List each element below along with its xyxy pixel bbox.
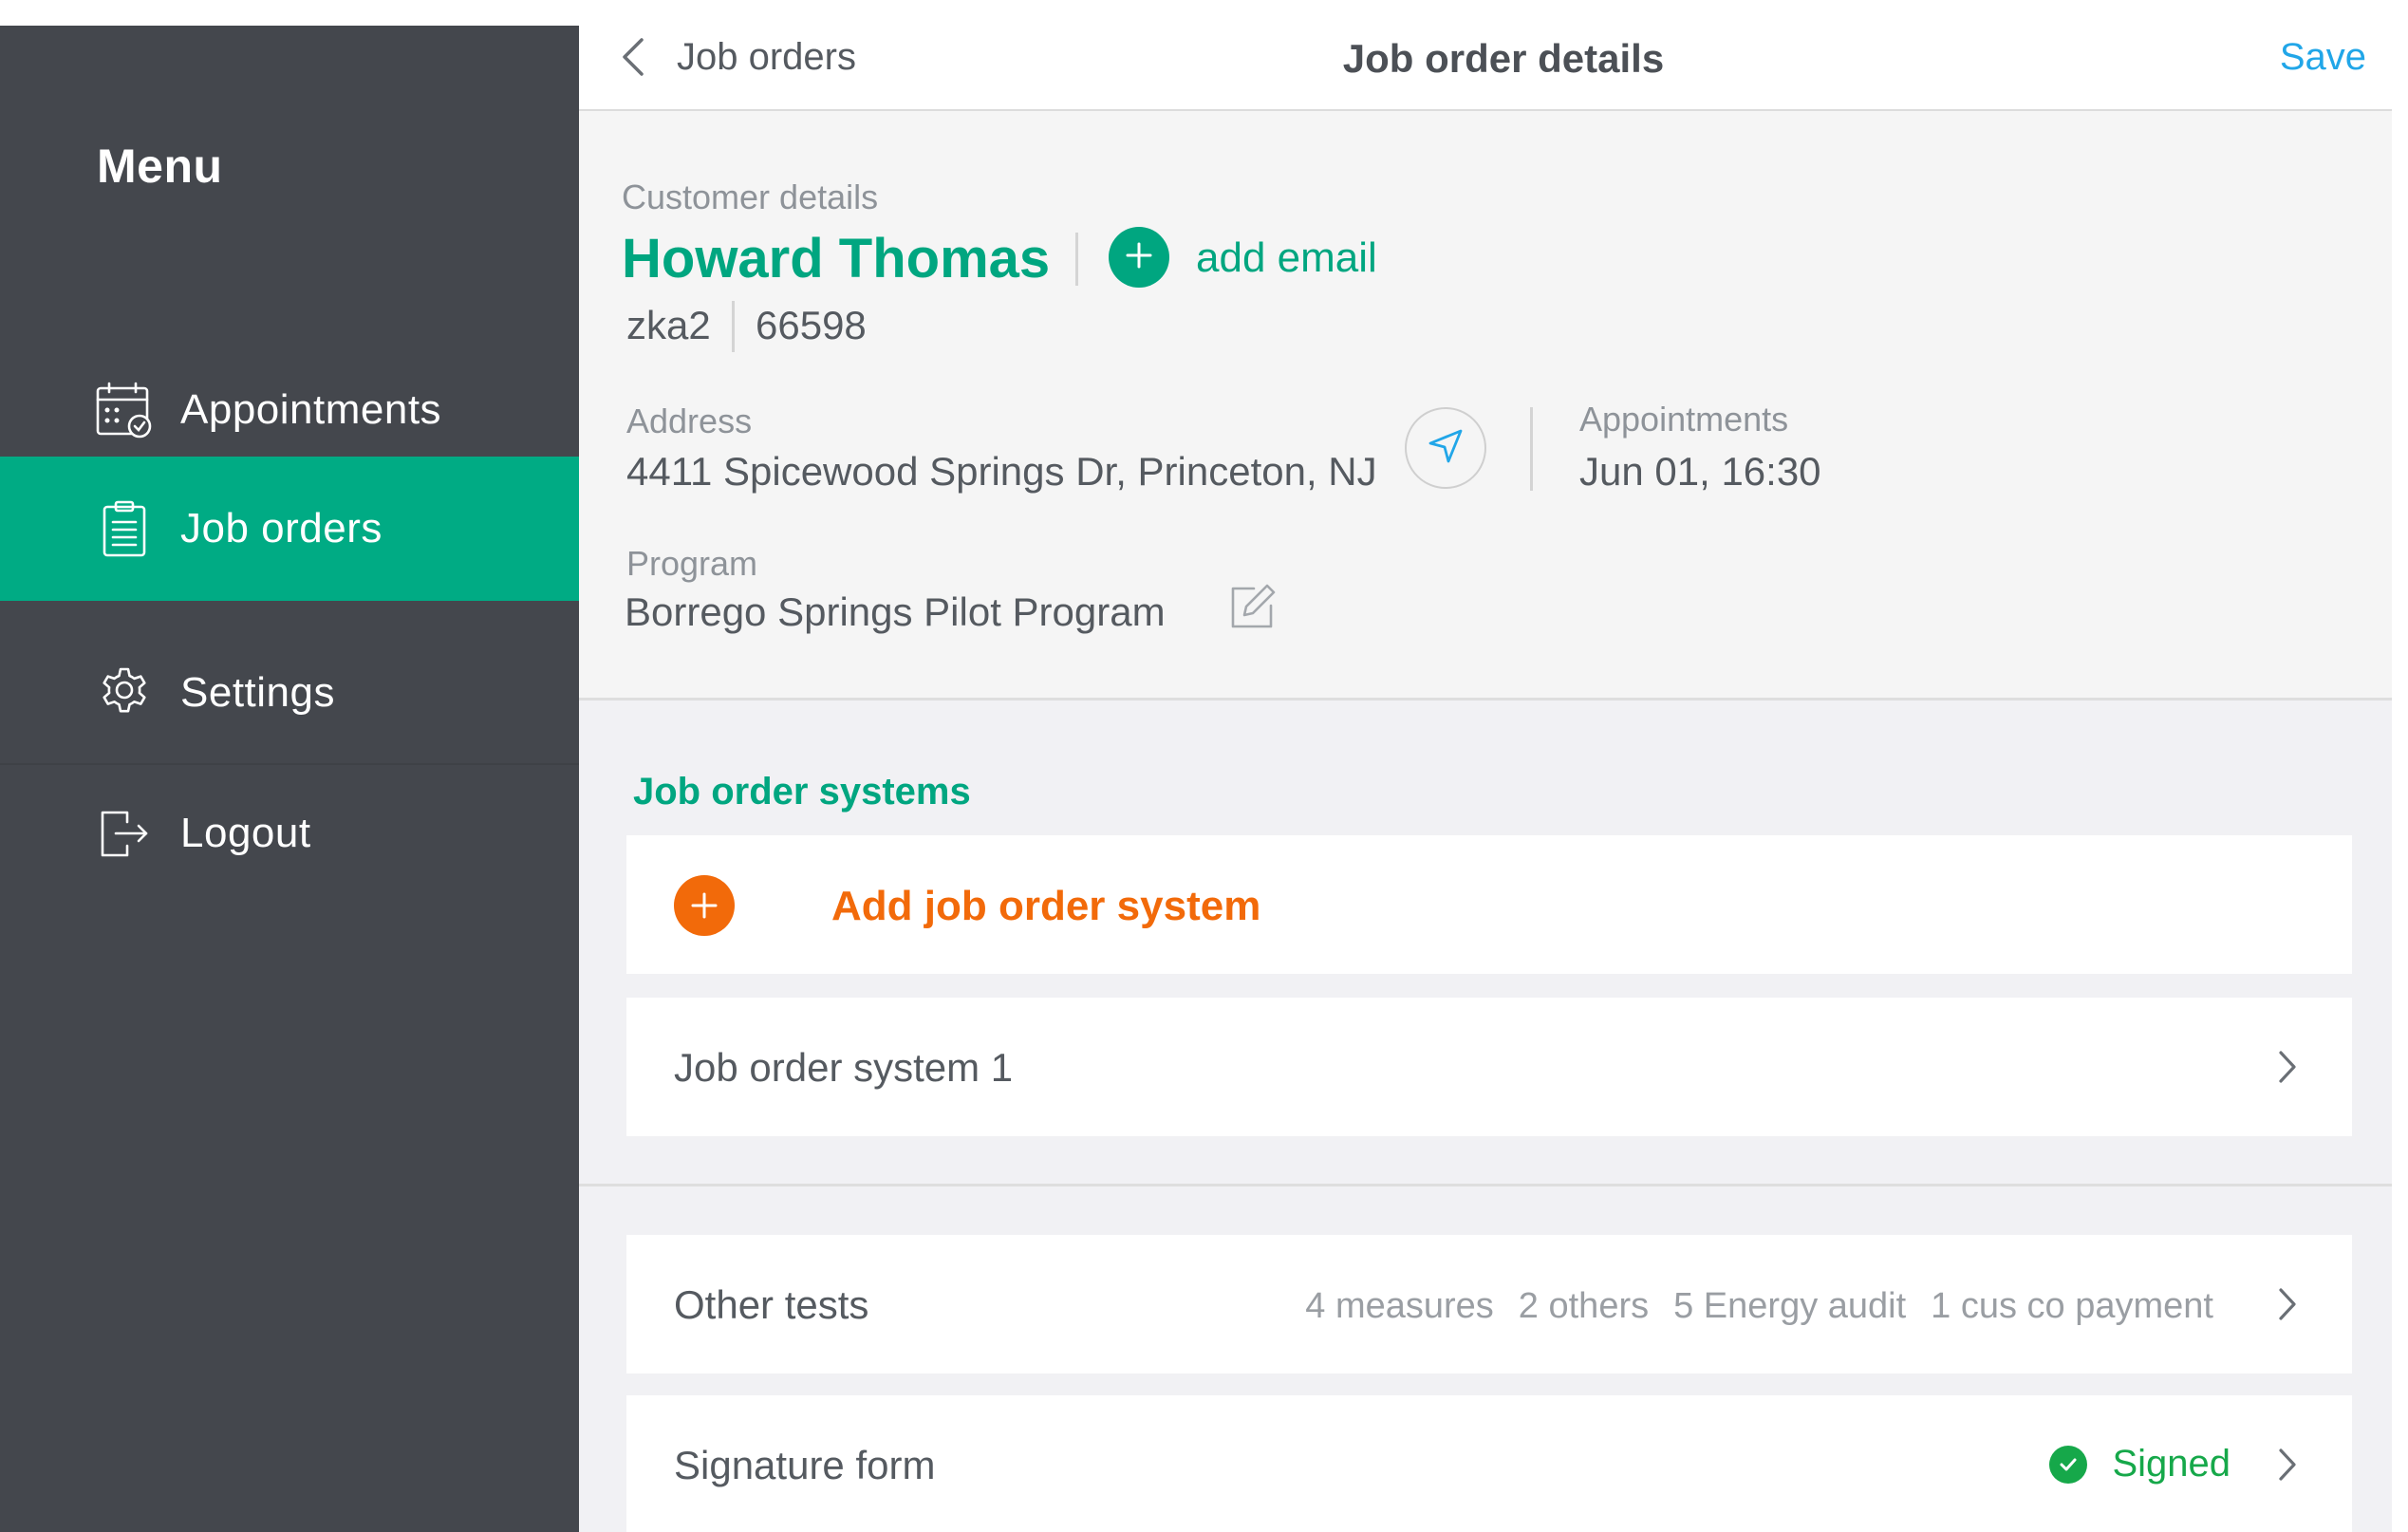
other-tests-summary: 4 measures 2 others 5 Energy audit 1 cus… <box>1305 1286 2213 1327</box>
window-edge <box>2392 0 2408 1532</box>
divider <box>1075 233 1078 286</box>
edit-program-button[interactable] <box>1226 582 1279 635</box>
list-item-job-order-system[interactable]: Job order system 1 <box>626 998 2352 1136</box>
program-label: Program <box>626 544 758 583</box>
menu-title: Menu <box>97 140 223 193</box>
customer-zip: 66598 <box>756 303 867 347</box>
edit-icon <box>1229 583 1277 635</box>
list-item-other-tests[interactable]: Other tests 4 measures 2 others 5 Energy… <box>626 1235 2352 1373</box>
tests-section: Other tests 4 measures 2 others 5 Energy… <box>579 1186 2392 1532</box>
calendar-icon <box>93 379 156 441</box>
sidebar-item-job-orders[interactable]: Job orders <box>0 457 579 601</box>
sidebar-item-label: Job orders <box>180 505 383 551</box>
add-email-link[interactable]: add email <box>1196 234 1377 282</box>
status-badge: Signed <box>2049 1443 2231 1485</box>
navigation-arrow-icon <box>1427 427 1465 470</box>
list-item-label: Job order system 1 <box>674 1045 1014 1090</box>
address-label: Address <box>626 402 753 440</box>
sidebar-item-logout[interactable]: Logout <box>0 762 579 905</box>
gear-icon <box>93 662 156 724</box>
job-order-systems-title: Job order systems <box>633 771 971 813</box>
logout-icon <box>93 802 156 865</box>
divider <box>1530 407 1533 491</box>
other-tests-label: Other tests <box>674 1282 869 1327</box>
customer-details-label: Customer details <box>622 177 879 216</box>
summary-payment: 1 cus co payment <box>1931 1286 2213 1326</box>
sidebar-item-label: Settings <box>180 669 335 716</box>
navigate-button[interactable] <box>1405 407 1486 489</box>
add-job-order-system-button[interactable]: Add job order system <box>626 835 2352 974</box>
save-button[interactable]: Save <box>2280 36 2366 79</box>
signature-status: Signed <box>2112 1443 2231 1485</box>
appointment-value: Jun 01, 16:30 <box>1579 449 1821 494</box>
list-item-signature-form[interactable]: Signature form Signed <box>626 1395 2352 1532</box>
summary-energy-audit: 5 Energy audit <box>1673 1286 1907 1326</box>
job-order-systems-section: Job order systems Add job order system J… <box>579 701 2392 1186</box>
appointments-label: Appointments <box>1579 400 1789 439</box>
signature-form-label: Signature form <box>674 1443 936 1487</box>
plus-icon <box>1125 241 1153 274</box>
divider <box>732 301 735 352</box>
page-title: Job order details <box>1342 36 1665 81</box>
check-circle-icon <box>2049 1445 2088 1484</box>
customer-name: Howard Thomas <box>622 228 1051 290</box>
summary-others: 2 others <box>1518 1286 1650 1326</box>
add-job-order-system-label: Add job order system <box>831 883 1261 929</box>
chevron-right-icon <box>2268 1439 2306 1490</box>
add-email-button[interactable] <box>1109 227 1169 288</box>
chevron-right-icon <box>2268 1041 2306 1093</box>
sidebar-item-label: Appointments <box>180 386 442 433</box>
sidebar: Menu Appointments Job orders Settings Lo… <box>0 26 579 1532</box>
sidebar-item-label: Logout <box>180 810 311 856</box>
top-bar: Job orders Job order details Save <box>579 0 2392 111</box>
summary-measures: 4 measures <box>1305 1286 1494 1326</box>
chevron-right-icon <box>2268 1279 2306 1330</box>
sidebar-item-settings[interactable]: Settings <box>0 622 579 764</box>
clipboard-icon <box>93 497 156 560</box>
customer-details-panel: Customer details Howard Thomas add email… <box>579 111 2392 701</box>
customer-id: zka2 <box>626 303 711 347</box>
address-value: 4411 Spicewood Springs Dr, Princeton, NJ <box>626 449 1377 494</box>
program-value: Borrego Springs Pilot Program <box>625 589 1166 634</box>
add-circle-icon <box>674 875 735 936</box>
